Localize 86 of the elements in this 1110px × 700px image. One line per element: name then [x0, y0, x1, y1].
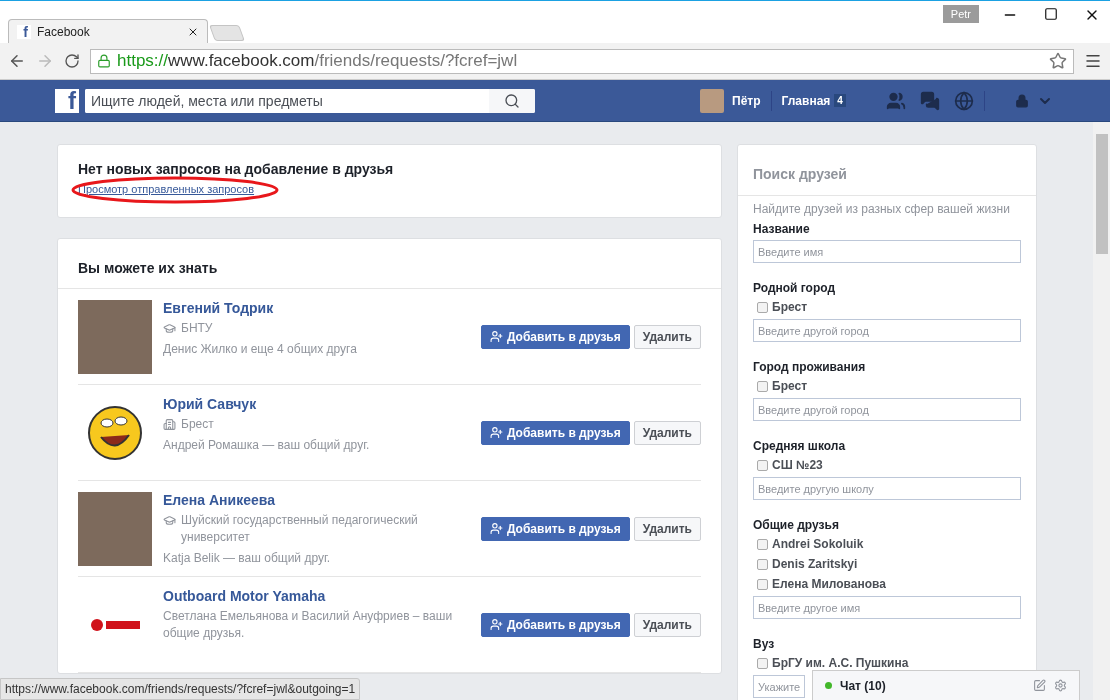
add-friend-button[interactable]: Добавить в друзья — [480, 516, 630, 541]
url-text: https://www.facebook.com/friends/requests/?fcref=jwl — [117, 51, 518, 71]
remove-button[interactable]: Удалить — [633, 612, 701, 637]
compose-icon[interactable] — [1033, 679, 1046, 692]
checkbox[interactable] — [757, 558, 768, 570]
mutual-friends: Katja Belik — ваш общий друг. — [163, 550, 332, 567]
filter-option[interactable]: БрГУ им. А.С. Пушкина — [753, 655, 1021, 671]
mutual-friends: Андрей Ромашка — ваш общий друг. — [163, 437, 371, 454]
add-friend-button[interactable]: Добавить в друзья — [480, 612, 630, 637]
person-detail: Брест — [181, 416, 214, 433]
filter-label: Средняя школа — [753, 439, 847, 453]
filter-field[interactable]: Введите другой город — [753, 319, 1021, 342]
person-detail: Шуйский государственный педагогический университет — [181, 512, 419, 546]
avatar[interactable] — [700, 88, 724, 113]
settings-icon[interactable] — [1054, 679, 1067, 692]
back-icon[interactable] — [8, 52, 26, 70]
messages-icon[interactable] — [919, 90, 940, 111]
globe-icon[interactable] — [953, 90, 974, 111]
filter-field[interactable]: Введите имя — [753, 240, 1021, 263]
filter-field[interactable]: Введите другое имя — [753, 596, 1021, 619]
remove-button[interactable]: Удалить — [633, 420, 701, 445]
person-plus-icon — [489, 330, 503, 343]
filter-label: Родной город — [753, 281, 837, 295]
filter-option[interactable]: СШ №23 — [753, 457, 1021, 473]
checkbox[interactable] — [757, 538, 768, 550]
remove-button[interactable]: Удалить — [633, 324, 701, 349]
card-title: Нет новых запросов на добавление в друзья — [78, 161, 395, 177]
filter-option[interactable]: Брест — [753, 299, 1021, 315]
search-field[interactable]: Ищите людей, места или предметы — [85, 88, 535, 113]
graduation-cap-icon — [163, 514, 176, 527]
checkbox[interactable] — [757, 578, 768, 590]
chat-label: Чат (10) — [840, 678, 887, 693]
star-icon[interactable] — [1049, 52, 1067, 70]
notification-count: 4 — [834, 94, 846, 107]
person-name[interactable]: Елена Аникеева — [163, 492, 470, 508]
new-tab-button[interactable] — [209, 25, 245, 41]
mutual-friends: Светлана Емельянова и Василий Ануфриев – ваши общие друзья. — [163, 608, 454, 642]
add-friend-button[interactable]: Добавить в друзья — [480, 324, 630, 349]
mutual-friends: Денис Жилко и еще 4 общих друга — [163, 341, 358, 358]
menu-icon[interactable] — [1084, 52, 1102, 70]
smiley-drawing — [87, 405, 143, 461]
person-plus-icon — [489, 522, 503, 535]
person-name[interactable]: Юрий Савчук — [163, 396, 470, 412]
forward-icon[interactable] — [36, 52, 54, 70]
checkbox[interactable] — [757, 301, 768, 313]
filter-label: Город проживания — [753, 360, 867, 374]
favicon-icon: f — [17, 24, 31, 39]
panel-title: Поиск друзей — [738, 145, 1036, 196]
person-plus-icon — [489, 618, 503, 631]
filter-option[interactable]: Брест — [753, 378, 1021, 394]
filter-field[interactable]: Введите другую школу — [753, 477, 1021, 500]
reload-icon[interactable] — [64, 53, 80, 69]
card-title: Вы можете их знать — [78, 260, 219, 276]
logo-emblem-icon — [90, 618, 140, 632]
facebook-logo[interactable]: f — [55, 88, 79, 113]
building-icon — [163, 418, 176, 431]
filter-option[interactable]: Andrei Sokoluik — [753, 536, 1021, 552]
checkbox[interactable] — [757, 380, 768, 392]
profile-link[interactable]: Пётр — [732, 93, 761, 108]
add-friend-button[interactable]: Добавить в друзья — [480, 420, 630, 445]
filter-option[interactable]: Denis Zaritskyi — [753, 556, 1021, 572]
filter-label: Название — [753, 222, 811, 236]
search-icon — [504, 92, 520, 109]
maximize-icon[interactable] — [1044, 7, 1058, 21]
person-name[interactable]: Outboard Motor Yamaha — [163, 588, 470, 604]
graduation-cap-icon — [163, 322, 176, 335]
scrollbar[interactable] — [1093, 122, 1110, 700]
friends-icon[interactable] — [885, 90, 906, 111]
filter-option[interactable]: Елена Милованова — [753, 576, 1021, 592]
person-name[interactable]: Евгений Тодрик — [163, 300, 470, 316]
panel-subtitle: Найдите друзей из разных сфер вашей жизни — [753, 202, 1011, 216]
browser-tab[interactable]: f Facebook — [8, 19, 208, 43]
remove-button[interactable]: Удалить — [633, 516, 701, 541]
checkbox[interactable] — [757, 657, 768, 669]
filter-field[interactable]: Введите другой город — [753, 398, 1021, 421]
status-url: https://www.facebook.com/friends/requests/?fcref=jwl&outgoing=1 — [0, 678, 361, 700]
home-link[interactable]: Главная — [781, 93, 831, 108]
person-detail: БНТУ — [181, 320, 213, 337]
filter-label: Вуз — [753, 637, 776, 651]
chat-bar[interactable]: Чат (10) — [812, 670, 1080, 700]
address-bar[interactable]: https://www.facebook.com/friends/requests/?fcref=jwl — [90, 48, 1074, 74]
checkbox[interactable] — [757, 459, 768, 471]
search-button[interactable] — [489, 88, 535, 113]
filter-field[interactable]: Укажите — [753, 675, 805, 698]
person-plus-icon — [489, 426, 503, 439]
filter-label: Общие друзья — [753, 518, 840, 532]
